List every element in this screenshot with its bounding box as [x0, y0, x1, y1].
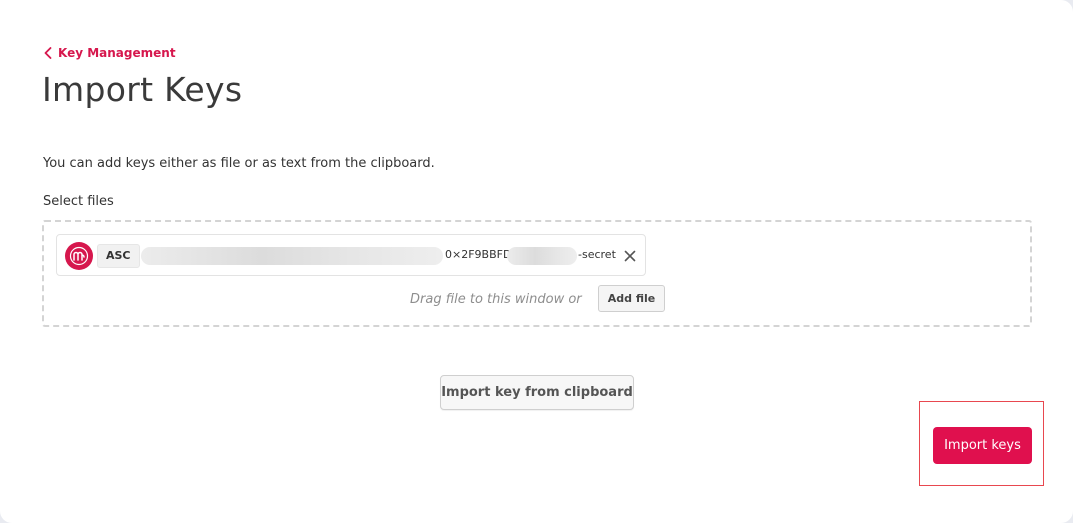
- add-file-button[interactable]: Add file: [598, 285, 665, 312]
- import-keys-panel: Key Management Import Keys You can add k…: [0, 0, 1073, 523]
- breadcrumb-back-link[interactable]: Key Management: [44, 46, 176, 60]
- file-type-badge: ASC: [97, 244, 140, 268]
- selected-file-chip: ASC 0×2F9BBFD -secret: [56, 234, 646, 276]
- mailvelope-logo-icon: [65, 242, 93, 270]
- intro-text: You can add keys either as file or as te…: [43, 156, 435, 171]
- select-files-label: Select files: [43, 194, 114, 209]
- file-name-suffix: -secret: [578, 248, 616, 261]
- breadcrumb-label: Key Management: [58, 46, 176, 60]
- redacted-filename-part: [141, 247, 443, 265]
- file-dropzone[interactable]: ASC 0×2F9BBFD -secret Drag file to this …: [42, 220, 1032, 327]
- drag-file-hint: Drag file to this window or: [410, 292, 582, 307]
- chevron-left-icon: [44, 47, 52, 59]
- import-keys-button[interactable]: Import keys: [933, 427, 1032, 464]
- file-name-fingerprint: 0×2F9BBFD: [445, 248, 512, 261]
- page-title: Import Keys: [42, 70, 243, 109]
- redacted-filename-part: [507, 247, 577, 265]
- import-from-clipboard-button[interactable]: Import key from clipboard: [440, 375, 634, 410]
- close-icon[interactable]: [623, 248, 637, 262]
